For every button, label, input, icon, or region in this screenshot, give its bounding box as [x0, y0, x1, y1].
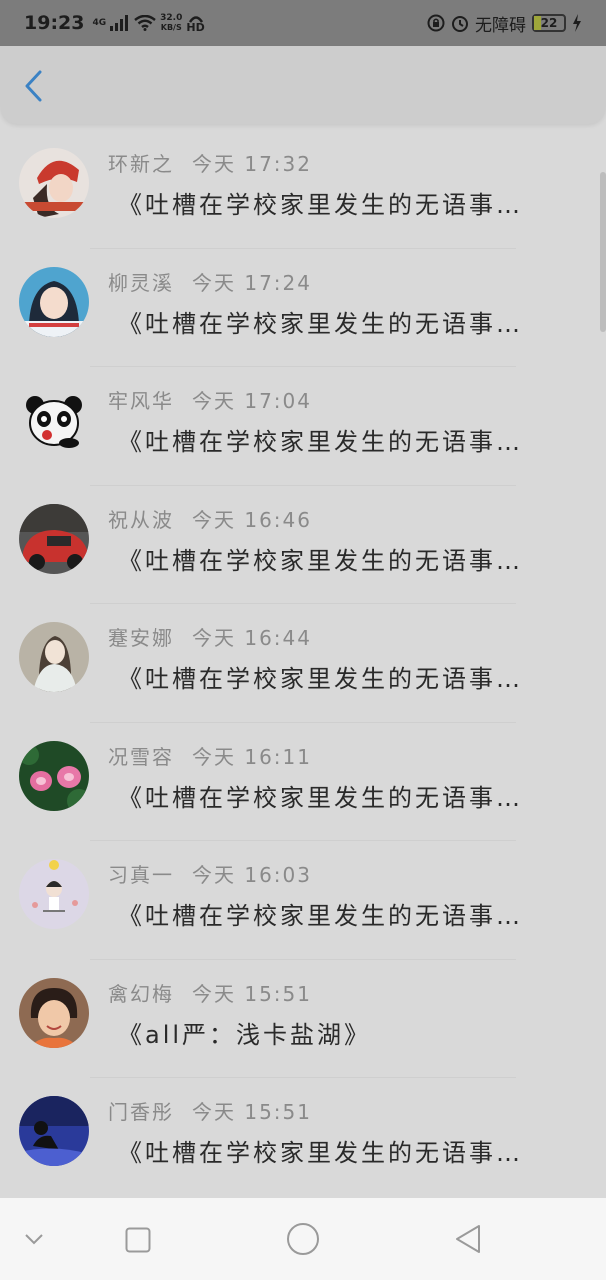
avatar[interactable] — [19, 148, 89, 218]
status-icons: 4G 32.0 KB/S HD — [92, 13, 205, 34]
message-time: 今天 16:46 — [192, 507, 312, 532]
message-time: 今天 16:44 — [192, 626, 312, 650]
chevron-left-icon — [25, 70, 42, 102]
sender-name: 禽幻梅 — [108, 981, 174, 1006]
avatar[interactable] — [19, 1096, 89, 1166]
circle-icon — [287, 1223, 319, 1255]
hd-indicator: HD — [186, 15, 205, 34]
message-time: 今天 17:04 — [192, 389, 312, 413]
system-nav-bar — [0, 1198, 606, 1280]
battery-icon: 22 — [532, 14, 566, 32]
sender-line: 况雪容 今天 16:11 — [108, 741, 312, 770]
avatar[interactable] — [19, 859, 89, 929]
message-preview: 《吐槽在学校家里发生的无语事… — [118, 191, 523, 219]
avatar[interactable] — [19, 385, 89, 455]
message-preview: 《all严：浅卡盐湖》 — [118, 1020, 372, 1049]
sender-line: 习真一 今天 16:03 — [108, 859, 312, 888]
sender-line: 门香彤 今天 15:51 — [108, 1096, 312, 1125]
message-list: 环新之 今天 17:32 《吐槽在学校家里发生的无语事… 柳灵溪 今天 17:24 … — [0, 130, 606, 1197]
sender-line: 祝从波 今天 16:46 — [108, 504, 312, 533]
back-button[interactable] — [20, 68, 48, 104]
nav-recents-button[interactable] — [120, 1222, 156, 1258]
accessibility-label: 无障碍 — [475, 15, 526, 36]
rotation-lock-icon — [427, 14, 445, 32]
sender-line: 柳灵溪 今天 17:24 — [108, 267, 312, 296]
nav-home-button[interactable] — [284, 1220, 322, 1258]
message-time: 今天 16:03 — [192, 863, 312, 887]
message-preview: 《吐槽在学校家里发生的无语事… — [118, 902, 523, 930]
message-preview: 《吐槽在学校家里发生的无语事… — [118, 1139, 523, 1167]
battery-level: 22 — [540, 16, 558, 30]
sender-name: 况雪容 — [108, 744, 174, 769]
battery-fill — [534, 16, 541, 30]
message-time: 今天 16:11 — [192, 744, 312, 769]
message-time: 今天 17:24 — [192, 270, 312, 295]
sender-line: 牢风华 今天 17:04 — [108, 385, 312, 414]
triangle-back-icon — [456, 1225, 480, 1253]
message-preview: 《吐槽在学校家里发生的无语事… — [118, 665, 523, 693]
wifi-icon — [134, 15, 156, 31]
list-item[interactable]: 祝从波 今天 16:46 《吐槽在学校家里发生的无语事… — [0, 486, 606, 604]
sender-name: 柳灵溪 — [108, 270, 174, 295]
network-speed-unit: KB/S — [160, 23, 182, 32]
message-preview: 《吐槽在学校家里发生的无语事… — [118, 309, 523, 338]
list-item[interactable]: 况雪容 今天 16:11 《吐槽在学校家里发生的无语事… — [0, 723, 606, 841]
list-item[interactable]: 蹇安娜 今天 16:44 《吐槽在学校家里发生的无语事… — [0, 604, 606, 723]
scrollbar[interactable] — [600, 172, 606, 332]
alarm-icon — [452, 16, 468, 32]
list-item[interactable]: 禽幻梅 今天 15:51 《all严：浅卡盐湖》 — [0, 960, 606, 1078]
nav-back-button[interactable] — [450, 1220, 486, 1258]
sender-name: 牢风华 — [108, 389, 174, 413]
sender-line: 环新之 今天 17:32 — [108, 148, 312, 177]
top-app-bar — [0, 46, 606, 124]
charging-icon — [573, 14, 581, 32]
list-item[interactable]: 柳灵溪 今天 17:24 《吐槽在学校家里发生的无语事… — [0, 249, 606, 367]
message-preview: 《吐槽在学校家里发生的无语事… — [118, 783, 523, 812]
sender-name: 环新之 — [108, 152, 174, 176]
message-preview: 《吐槽在学校家里发生的无语事… — [118, 428, 523, 456]
sender-line: 蹇安娜 今天 16:44 — [108, 622, 312, 651]
status-time: 19:23 — [24, 12, 85, 34]
message-time: 今天 15:51 — [192, 1100, 312, 1124]
list-item[interactable]: 习真一 今天 16:03 《吐槽在学校家里发生的无语事… — [0, 841, 606, 960]
avatar[interactable] — [19, 503, 89, 574]
hd-label: HD — [186, 20, 205, 34]
sender-name: 蹇安娜 — [108, 626, 174, 650]
message-preview: 《吐槽在学校家里发生的无语事… — [118, 546, 523, 575]
list-item[interactable]: 牢风华 今天 17:04 《吐槽在学校家里发生的无语事… — [0, 367, 606, 486]
signal-icon — [110, 15, 129, 31]
nav-collapse-button[interactable] — [18, 1223, 50, 1255]
avatar[interactable] — [19, 977, 89, 1048]
network-type: 4G — [92, 17, 107, 28]
network-speed-value: 32.0 — [160, 13, 183, 23]
avatar[interactable] — [19, 740, 89, 811]
list-item[interactable]: 门香彤 今天 15:51 《吐槽在学校家里发生的无语事… — [0, 1078, 606, 1197]
sender-name: 习真一 — [108, 863, 174, 887]
avatar[interactable] — [19, 266, 89, 337]
sender-name: 祝从波 — [108, 507, 174, 532]
chevron-down-icon — [25, 1234, 43, 1245]
status-right: 无障碍 22 — [427, 11, 582, 36]
network-speed: 32.0 KB/S — [160, 13, 183, 33]
list-item[interactable]: 环新之 今天 17:32 《吐槽在学校家里发生的无语事… — [0, 130, 606, 249]
message-time: 今天 17:32 — [192, 152, 312, 176]
sender-name: 门香彤 — [108, 1100, 174, 1124]
square-icon — [125, 1227, 151, 1253]
avatar[interactable] — [19, 622, 89, 692]
sender-line: 禽幻梅 今天 15:51 — [108, 978, 312, 1007]
message-time: 今天 15:51 — [192, 981, 312, 1006]
status-bar: 19:23 4G 32.0 KB/S HD 无障碍 22 — [0, 0, 606, 46]
